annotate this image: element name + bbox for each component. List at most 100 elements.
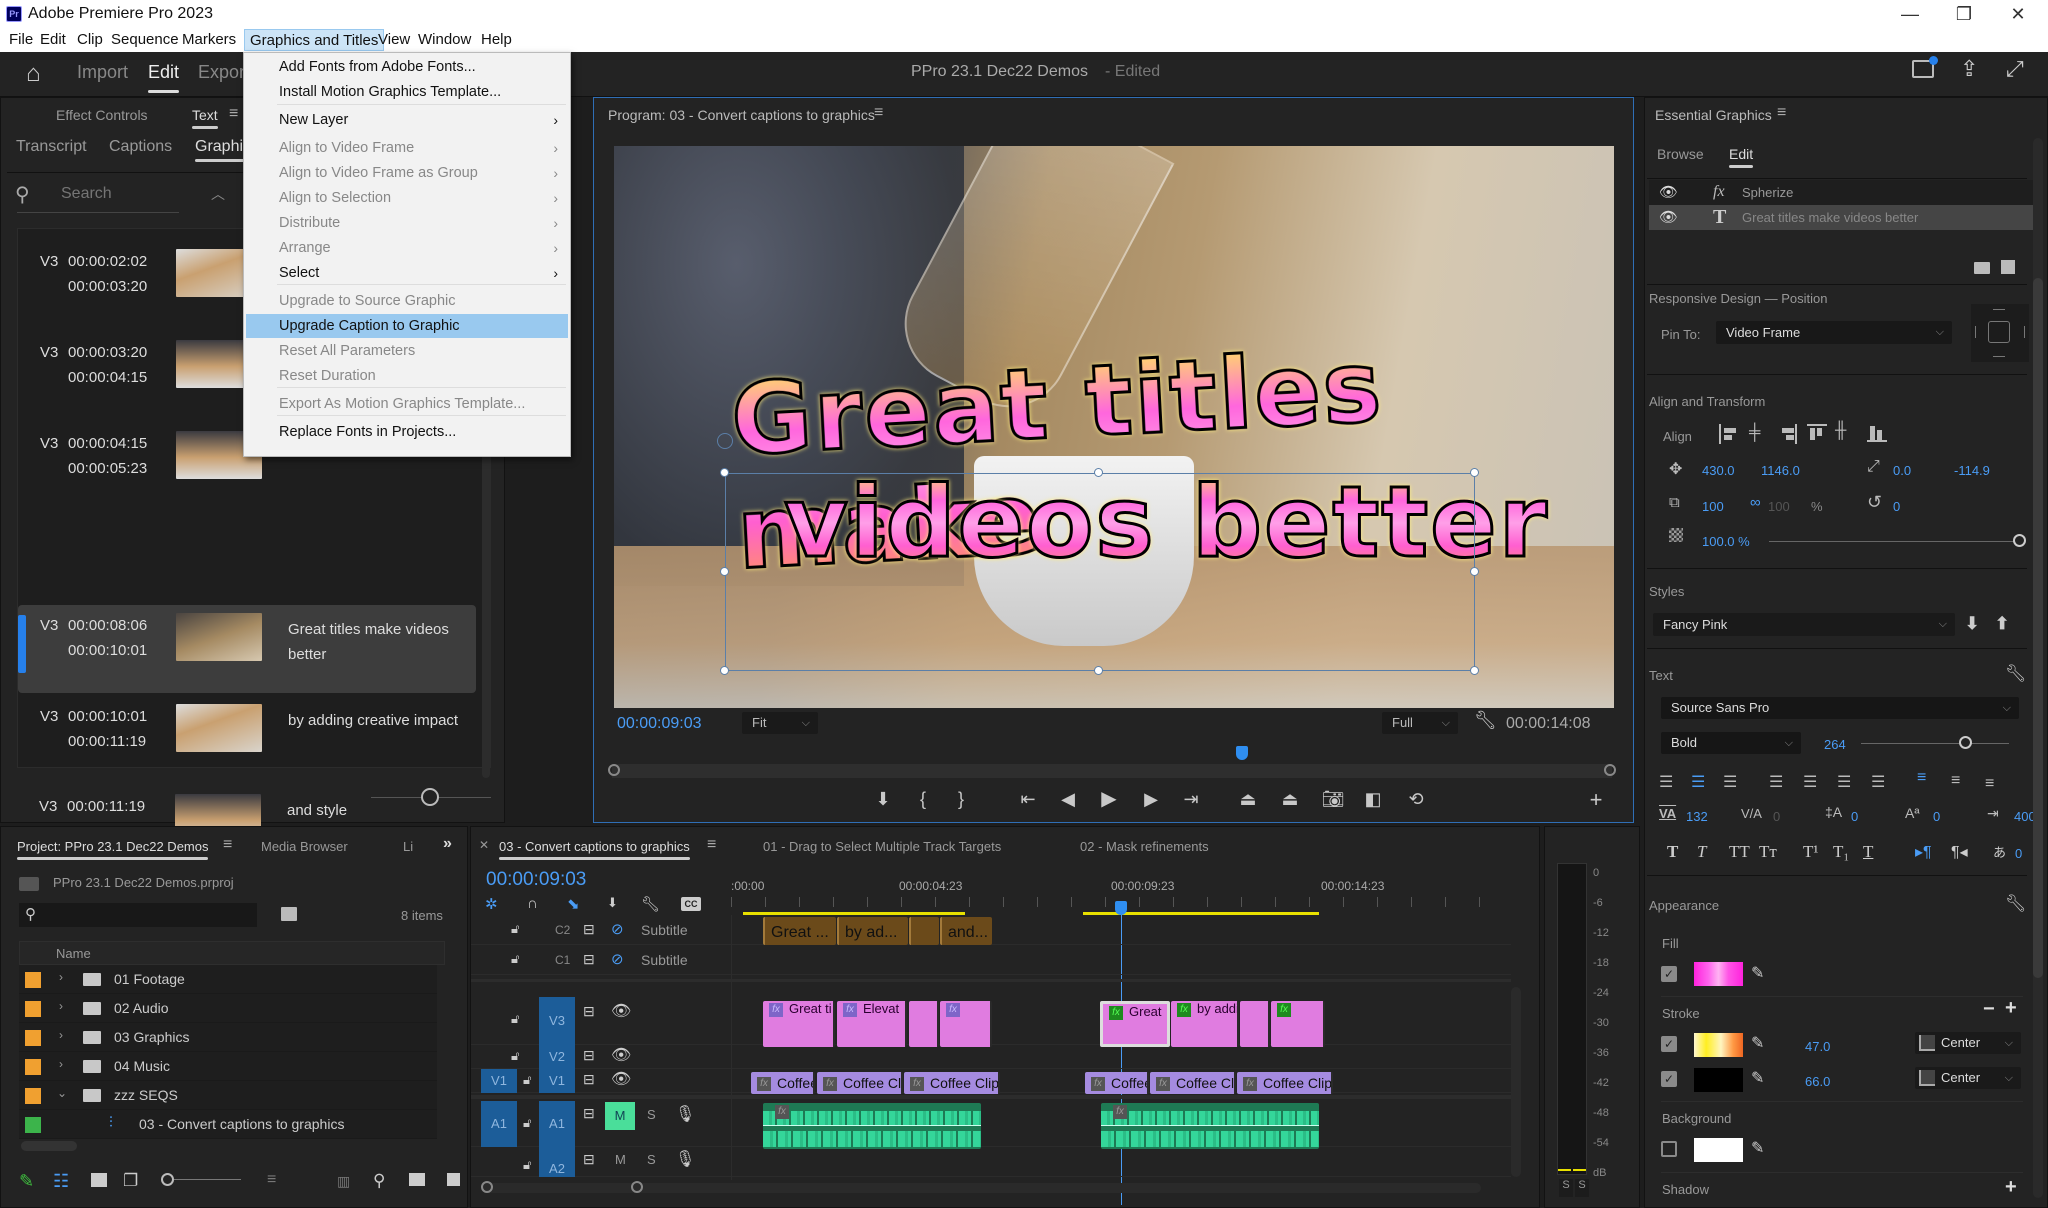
workspace-import[interactable]: Import (77, 62, 128, 83)
graphic-clip[interactable]: fx (1271, 1001, 1325, 1047)
expand-chevron-icon[interactable]: › (59, 999, 63, 1013)
new-layer-icon[interactable] (2001, 260, 2015, 274)
push-style-up-icon[interactable]: ⬆ (1995, 614, 2009, 634)
opacity-value[interactable]: 100.0 % (1702, 534, 1750, 549)
audio-clip[interactable]: fx (763, 1103, 981, 1149)
faux-bold-icon[interactable]: T (1667, 842, 1678, 862)
program-scrubber[interactable] (608, 764, 1616, 778)
graphic-clip[interactable]: fx by addi (1171, 1001, 1239, 1047)
scrubber-start-handle[interactable] (608, 764, 620, 776)
expand-chevron-icon[interactable]: › (59, 1028, 63, 1042)
align-top-text-icon[interactable]: ≡ (1917, 769, 1926, 787)
lock-icon[interactable]: 🔓︎ (523, 1157, 531, 1173)
tab-effect-controls[interactable]: Effect Controls (56, 107, 148, 123)
scroll-end-handle[interactable] (631, 1181, 643, 1193)
toggle-proxies-icon[interactable]: ⟲ (1403, 787, 1429, 811)
video-clip[interactable]: fx Coffee Clip (1150, 1072, 1236, 1094)
menu-item-align-to-video-frame-as-group[interactable]: Align to Video Frame as Group › (246, 161, 568, 185)
label-color[interactable] (25, 1001, 41, 1017)
nest-toggle-icon[interactable]: ✲ (485, 895, 498, 913)
timeline-settings-wrench-icon[interactable]: 🔧︎ (641, 895, 660, 913)
justify-right-icon[interactable]: ☰ (1837, 772, 1851, 792)
font-style-select[interactable]: Bold ⌵ (1661, 732, 1801, 754)
new-item-icon[interactable] (447, 1173, 460, 1186)
ltr-text-icon[interactable]: ▸¶ (1915, 842, 1932, 862)
home-icon[interactable]: ⌂ (26, 60, 41, 88)
play-icon[interactable]: ▶︎ (1096, 787, 1122, 811)
panel-menu-icon[interactable]: ≡ (223, 836, 232, 854)
project-item[interactable]: ⌄ zzz SEQS (19, 1081, 437, 1110)
automate-to-sequence-icon[interactable]: ▥ (337, 1173, 350, 1190)
resize-handle[interactable] (1094, 468, 1103, 477)
anchor-y-value[interactable]: -114.9 (1954, 463, 1990, 478)
column-name[interactable]: Name (56, 946, 91, 961)
collapse-chevron-icon[interactable]: ⌄ (57, 1086, 67, 1100)
small-caps-icon[interactable]: Tт (1759, 842, 1777, 862)
menu-item-export-as-motion-graphics-template[interactable]: Export As Motion Graphics Template... (246, 392, 568, 416)
add-marker-icon[interactable]: ⬇ (870, 787, 896, 811)
resize-handle[interactable] (1470, 468, 1479, 477)
stroke-2-checkbox[interactable]: ✓ (1661, 1071, 1677, 1087)
tab-media-browser[interactable]: Media Browser (261, 839, 348, 854)
leading-value[interactable]: 0 (1851, 809, 1858, 824)
voiceover-mic-icon[interactable]: 🎙︎ (675, 1149, 695, 1169)
align-text-left-icon[interactable]: ☰ (1659, 772, 1673, 792)
all-caps-icon[interactable]: TT (1729, 842, 1750, 862)
graphic-clip[interactable] (909, 1001, 939, 1047)
solo-track-button[interactable]: S (647, 1152, 656, 1167)
tab-libraries[interactable]: Li (403, 839, 413, 854)
caption-clip[interactable]: by ad... (837, 917, 908, 945)
menu-window[interactable]: Window (413, 29, 476, 51)
video-clip[interactable]: fx Coffee (751, 1072, 815, 1094)
layer-row-selected[interactable]: 👁︎ T Great titles make videos better (1649, 205, 2033, 230)
linked-selection-icon[interactable]: ⬊ (567, 895, 580, 913)
solo-right-button[interactable]: S (1575, 1179, 1589, 1197)
minimize-button[interactable]: — (1890, 2, 1930, 26)
stroke-2-color-swatch[interactable] (1694, 1068, 1743, 1092)
list-view-icon[interactable]: ☷ (53, 1171, 69, 1192)
program-playhead[interactable] (1236, 746, 1248, 760)
timeline-playhead[interactable] (1115, 901, 1127, 915)
scale-value[interactable]: 100 (1702, 499, 1724, 514)
justify-center-icon[interactable]: ☰ (1803, 772, 1817, 792)
more-panels-icon[interactable]: » (443, 835, 452, 853)
project-item[interactable]: › 03 Graphics (19, 1023, 437, 1052)
menu-item-new-layer[interactable]: New Layer › (246, 108, 568, 132)
resize-handle[interactable] (1470, 567, 1479, 576)
sync-lock-icon[interactable]: ⊟ (583, 921, 595, 938)
sync-lock-icon[interactable]: ⊟ (583, 1151, 595, 1168)
menu-item-upgrade-caption-to-graphic[interactable]: Upgrade Caption to Graphic (246, 314, 568, 338)
panel-menu-icon[interactable]: ≡ (874, 104, 883, 122)
stroke-2-position-select[interactable]: Center ⌵ (1915, 1067, 2021, 1089)
link-scale-icon[interactable]: ∞ (1750, 494, 1761, 511)
caption-clip[interactable]: Great ... (763, 917, 836, 945)
resize-handle[interactable] (720, 567, 729, 576)
track-target-v2[interactable]: V2 (539, 1045, 575, 1069)
font-size-slider-handle[interactable] (1958, 736, 1972, 749)
graphic-clip[interactable]: fx Great ti (763, 1001, 835, 1047)
menu-item-distribute[interactable]: Distribute › (246, 211, 568, 235)
close-button[interactable]: ✕ (1998, 2, 2038, 26)
scroll-start-handle[interactable] (481, 1181, 493, 1193)
menu-clip[interactable]: Clip (72, 29, 108, 51)
caption-clip[interactable]: and... (940, 917, 992, 945)
project-item[interactable]: › 01 Footage (19, 965, 437, 994)
align-right-icon[interactable] (1779, 424, 1797, 444)
text-wrench-icon[interactable]: 🔧︎ (2005, 664, 2027, 684)
resize-handle[interactable] (720, 666, 729, 675)
lock-icon[interactable]: 🔓︎ (523, 1115, 531, 1131)
icon-view-icon[interactable] (91, 1173, 107, 1187)
menu-item-upgrade-to-source-graphic[interactable]: Upgrade to Source Graphic (246, 289, 568, 313)
menu-item-install-motion-graphics-template[interactable]: Install Motion Graphics Template... (246, 80, 568, 104)
menu-item-arrange[interactable]: Arrange › (246, 236, 568, 260)
step-back-icon[interactable]: ◀︎ (1055, 787, 1081, 811)
stroke-2-width[interactable]: 66.0 (1805, 1074, 1830, 1089)
zoom-slider[interactable] (163, 1179, 241, 1180)
settings-wrench-icon[interactable]: 🔧︎ (1474, 710, 1497, 731)
solo-left-button[interactable]: S (1559, 1179, 1573, 1197)
tab-sequence-01[interactable]: 01 - Drag to Select Multiple Track Targe… (763, 839, 1001, 854)
project-item[interactable]: › 04 Music (19, 1052, 437, 1081)
voiceover-mic-icon[interactable]: 🎙︎ (675, 1104, 695, 1124)
anchor-x-value[interactable]: 0.0 (1893, 463, 1911, 478)
zoom-slider-handle[interactable] (161, 1173, 174, 1186)
